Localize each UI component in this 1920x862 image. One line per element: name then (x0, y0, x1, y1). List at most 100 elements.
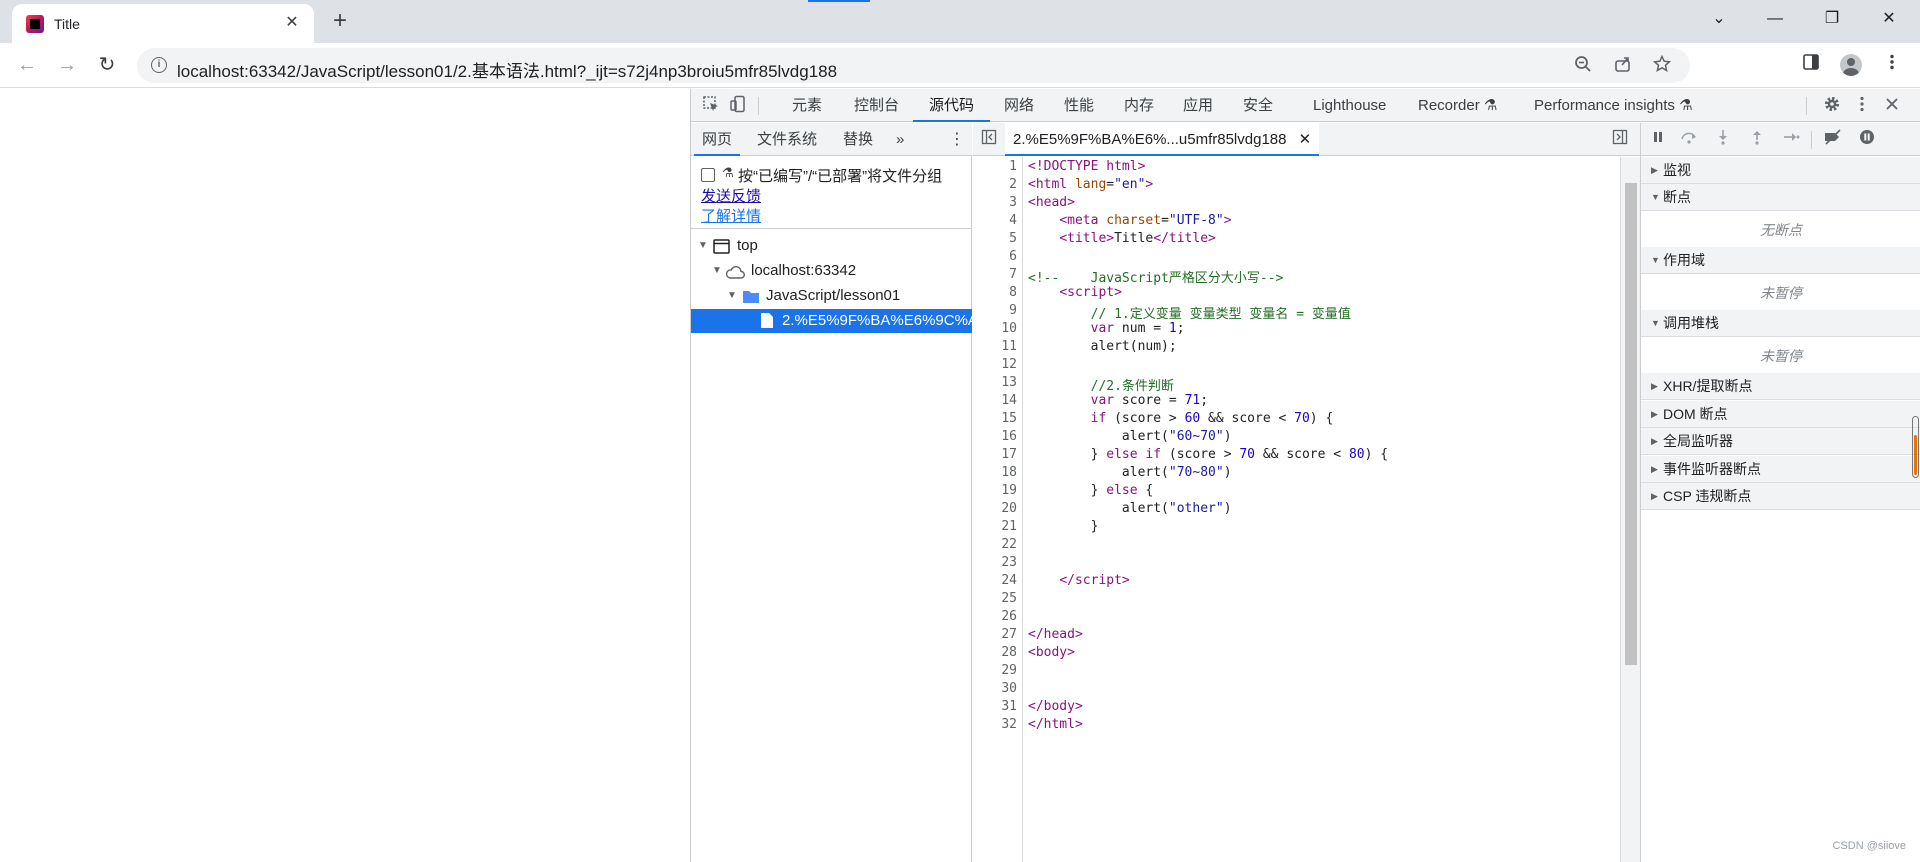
line-number[interactable]: 27 (1001, 627, 1017, 642)
browser-menu-icon[interactable] (1879, 52, 1905, 78)
line-number[interactable]: 21 (1001, 519, 1017, 534)
url-text[interactable]: localhost:63342/JavaScript/lesson01/2.基本… (177, 57, 837, 82)
section-xhr-breakpoints[interactable]: ▶ XHR/提取断点 (1641, 373, 1920, 400)
line-number[interactable]: 18 (1001, 465, 1017, 480)
editor-scrollbar[interactable] (1620, 157, 1640, 862)
section-event-listener-breakpoints[interactable]: ▶ 事件监听器断点 (1641, 456, 1920, 483)
line-number[interactable]: 3 (1009, 195, 1017, 210)
tab-overrides[interactable]: 替换 (843, 123, 873, 156)
line-number[interactable]: 22 (1001, 537, 1017, 552)
line-number[interactable]: 9 (1009, 303, 1017, 318)
tab-application[interactable]: 应用 (1181, 89, 1215, 122)
tab-memory[interactable]: 内存 (1122, 89, 1156, 122)
line-number[interactable]: 30 (1001, 681, 1017, 696)
section-call-stack[interactable]: ▼ 调用堆栈 (1641, 310, 1920, 337)
send-feedback-link[interactable]: 发送反馈 (701, 185, 761, 206)
learn-more-link[interactable]: 了解详情 (701, 205, 761, 226)
close-devtools-icon[interactable] (1881, 95, 1903, 117)
line-number[interactable]: 7 (1009, 267, 1017, 282)
section-dom-breakpoints[interactable]: ▶ DOM 断点 (1641, 401, 1920, 428)
editor-file-tab[interactable]: 2.%E5%9F%BA%E6%...u5mfr85lvdg188 ✕ (1005, 123, 1320, 156)
back-button[interactable]: ← (13, 51, 41, 79)
line-number[interactable]: 23 (1001, 555, 1017, 570)
tab-performance-insights[interactable]: Performance insights ⚗ (1532, 89, 1695, 122)
address-bar[interactable]: i localhost:63342/JavaScript/lesson01/2.… (137, 48, 1690, 83)
line-number[interactable]: 1 (1009, 159, 1017, 174)
group-by-authored-checkbox[interactable] (701, 168, 715, 182)
pause-icon[interactable] (1647, 129, 1669, 151)
line-number[interactable]: 10 (1001, 321, 1017, 336)
tab-search-icon[interactable]: ⌄ (1696, 4, 1742, 34)
section-watch[interactable]: ▶ 监视 (1641, 157, 1920, 184)
step-out-icon[interactable] (1746, 129, 1768, 151)
line-number[interactable]: 26 (1001, 609, 1017, 624)
line-number[interactable]: 28 (1001, 645, 1017, 660)
forward-button[interactable]: → (53, 51, 81, 79)
minimize-button[interactable]: — (1752, 4, 1798, 34)
line-number[interactable]: 8 (1009, 285, 1017, 300)
tab-security[interactable]: 安全 (1241, 89, 1275, 122)
expand-triangle-icon[interactable]: ▼ (698, 234, 708, 258)
devtools-menu-icon[interactable] (1851, 95, 1873, 117)
step-into-icon[interactable] (1712, 129, 1734, 151)
tab-elements[interactable]: 元素 (790, 89, 824, 122)
close-file-tab-icon[interactable]: ✕ (1299, 131, 1312, 148)
zoom-icon[interactable] (1572, 55, 1594, 77)
deactivate-breakpoints-icon[interactable] (1822, 129, 1844, 151)
line-number[interactable]: 2 (1009, 177, 1017, 192)
tab-console[interactable]: 控制台 (852, 89, 901, 122)
tab-performance[interactable]: 性能 (1062, 89, 1096, 122)
section-scope[interactable]: ▼ 作用域 (1641, 247, 1920, 274)
restore-button[interactable]: ❐ (1809, 4, 1855, 34)
profile-avatar[interactable] (1840, 54, 1862, 76)
tab-filesystem[interactable]: 文件系统 (757, 123, 817, 156)
section-csp-breakpoints[interactable]: ▶ CSP 违规断点 (1641, 483, 1920, 510)
editor-scrollbar-thumb[interactable] (1625, 183, 1637, 665)
section-breakpoints[interactable]: ▼ 断点 (1641, 184, 1920, 211)
site-info-icon[interactable]: i (151, 57, 167, 73)
line-number[interactable]: 6 (1009, 249, 1017, 264)
reload-button[interactable]: ↻ (93, 51, 121, 79)
line-number[interactable]: 16 (1001, 429, 1017, 444)
bookmark-star-icon[interactable] (1651, 54, 1673, 77)
device-toolbar-icon[interactable] (727, 95, 749, 117)
line-number[interactable]: 4 (1009, 213, 1017, 228)
step-icon[interactable] (1780, 129, 1802, 151)
line-number[interactable]: 20 (1001, 501, 1017, 516)
tab-sources[interactable]: 源代码 (912, 89, 991, 122)
expand-triangle-icon[interactable]: ▼ (712, 259, 722, 283)
close-window-button[interactable]: ✕ (1866, 4, 1912, 34)
line-number[interactable]: 11 (1001, 339, 1017, 354)
line-number[interactable]: 13 (1001, 375, 1017, 390)
tree-item-file[interactable]: 2.%E5%9F%BA%E6%9C%AC (691, 309, 989, 333)
tree-item-host[interactable]: ▼ localhost:63342 (691, 259, 972, 283)
line-number[interactable]: 32 (1001, 717, 1017, 732)
step-over-icon[interactable] (1678, 129, 1700, 151)
pause-on-exceptions-icon[interactable] (1856, 129, 1878, 151)
settings-gear-icon[interactable] (1821, 95, 1843, 117)
more-tabs-button[interactable]: » (896, 123, 904, 156)
line-number-gutter[interactable]: 1 2 3 4 5 6 7 8 9 10 11 12 13 14 15 16 17 18 19 20 21 22 23 24 2… (973, 157, 1023, 862)
line-number[interactable]: 25 (1001, 591, 1017, 606)
line-number[interactable]: 24 (1001, 573, 1017, 588)
line-number[interactable]: 5 (1009, 231, 1017, 246)
line-number[interactable]: 19 (1001, 483, 1017, 498)
navigator-menu-icon[interactable]: ⋮ (949, 123, 965, 156)
tree-item-top[interactable]: ▼ top (691, 234, 972, 258)
page-viewport[interactable] (0, 89, 691, 862)
tab-network[interactable]: 网络 (1002, 89, 1036, 122)
toggle-navigator-icon[interactable] (978, 129, 1000, 151)
inspect-element-icon[interactable] (700, 95, 722, 117)
tree-item-folder[interactable]: ▼ JavaScript/lesson01 (691, 284, 972, 308)
new-tab-button[interactable]: + (326, 8, 354, 36)
line-number[interactable]: 12 (1001, 357, 1017, 372)
tab-recorder[interactable]: Recorder ⚗ (1416, 89, 1499, 122)
share-icon[interactable] (1612, 55, 1634, 77)
section-global-listeners[interactable]: ▶ 全局监听器 (1641, 428, 1920, 455)
tab-lighthouse[interactable]: Lighthouse (1311, 89, 1388, 122)
line-number[interactable]: 17 (1001, 447, 1017, 462)
sidebar-scroll-indicator[interactable] (1912, 416, 1919, 478)
line-number[interactable]: 31 (1001, 699, 1017, 714)
toggle-debugger-icon[interactable] (1609, 129, 1631, 151)
browser-tab[interactable]: Title ✕ (12, 4, 314, 43)
